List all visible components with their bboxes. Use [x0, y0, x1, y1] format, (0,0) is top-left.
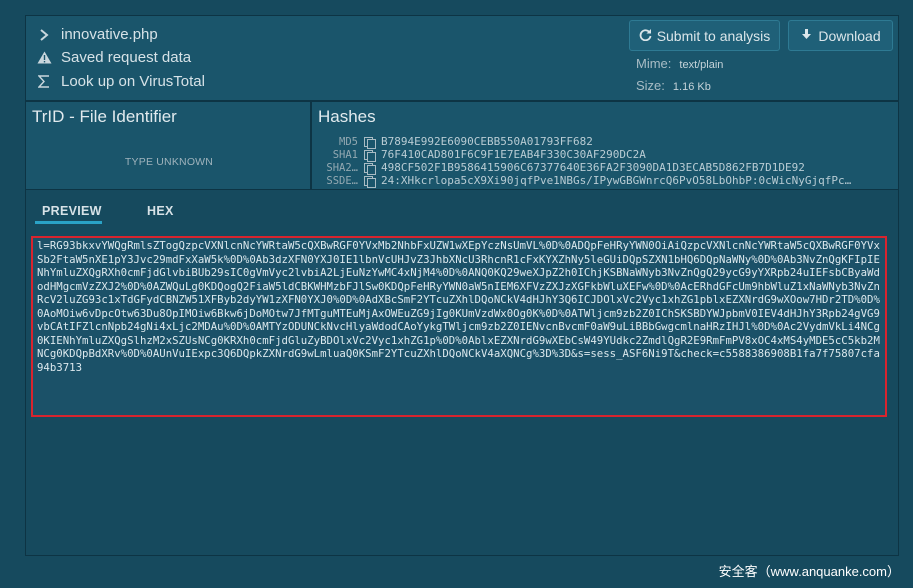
filename: innovative.php — [61, 26, 158, 43]
copy-icon[interactable] — [364, 175, 376, 188]
filename-row: innovative.php — [36, 26, 158, 43]
refresh-icon — [639, 28, 652, 44]
active-tab-indicator — [35, 221, 102, 224]
hashes-panel: Hashes MD5 B7894E992E6090CEBB550A01793FF… — [311, 101, 899, 190]
copy-icon[interactable] — [364, 136, 376, 149]
hash-value: 76F410CAD801F6C9F1E7EAB4F330C30AF290DC2A — [381, 148, 646, 161]
mime-value: text/plain — [679, 59, 724, 71]
size-value: 1.16 Kb — [672, 81, 711, 93]
copy-icon[interactable] — [364, 149, 376, 162]
hash-label: SHA2… — [326, 161, 358, 174]
mime-label: Mime: — [636, 56, 672, 71]
saved-request-link[interactable]: Saved request data — [36, 49, 191, 66]
hash-row-md5: MD5 B7894E992E6090CEBB550A01793FF682 — [312, 135, 593, 149]
hash-label: SSDE… — [326, 174, 358, 187]
hashes-title: Hashes — [318, 107, 376, 126]
tab-preview[interactable]: PREVIEW — [42, 204, 102, 218]
hash-label: MD5 — [339, 135, 358, 148]
warning-icon — [36, 51, 52, 64]
hash-label: SHA1 — [332, 148, 358, 161]
tab-hex[interactable]: HEX — [147, 204, 174, 218]
virustotal-link[interactable]: Look up on VirusTotal — [36, 73, 205, 90]
sigma-icon — [36, 75, 52, 88]
file-info-panel: innovative.php Saved request data Look u… — [25, 15, 899, 101]
hash-value: 24:XHkcrlopa5cX9Xi90jqfPve1NBGs/IPywGBGW… — [381, 174, 852, 187]
preview-content[interactable]: l=RG93bkxvYWQgRmlsZTogQzpcVXNlcnNcYWRtaW… — [31, 236, 887, 417]
download-icon — [800, 28, 813, 44]
chevron-right-icon — [36, 28, 52, 41]
size-row: Size: 1.16 Kb — [636, 78, 711, 93]
hash-value: B7894E992E6090CEBB550A01793FF682 — [381, 135, 593, 148]
trid-title: TrID - File Identifier — [32, 107, 177, 126]
mime-row: Mime: text/plain — [636, 56, 723, 71]
download-button[interactable]: Download — [788, 20, 893, 51]
trid-panel: TrID - File Identifier TYPE UNKNOWN — [25, 101, 311, 190]
submit-to-analysis-button[interactable]: Submit to analysis — [629, 20, 780, 51]
hash-row-sha2: SHA2… 498CF502F1B9586415906C67377640E36F… — [312, 161, 805, 175]
hash-row-sha1: SHA1 76F410CAD801F6C9F1E7EAB4F330C30AF29… — [312, 148, 646, 162]
trid-type: TYPE UNKNOWN — [124, 156, 214, 168]
hash-row-ssdeep: SSDE… 24:XHkcrlopa5cX9Xi90jqfPve1NBGs/IP… — [312, 174, 891, 188]
virustotal-label: Look up on VirusTotal — [61, 73, 205, 90]
copy-icon[interactable] — [364, 162, 376, 175]
watermark: 安全客（www.anquanke.com） — [718, 564, 900, 579]
submit-label: Submit to analysis — [656, 27, 771, 44]
size-label: Size: — [636, 78, 665, 93]
download-label: Download — [818, 27, 881, 44]
hash-value: 498CF502F1B9586415906C67377640E36FA2F309… — [381, 161, 805, 174]
saved-request-label: Saved request data — [61, 49, 192, 66]
